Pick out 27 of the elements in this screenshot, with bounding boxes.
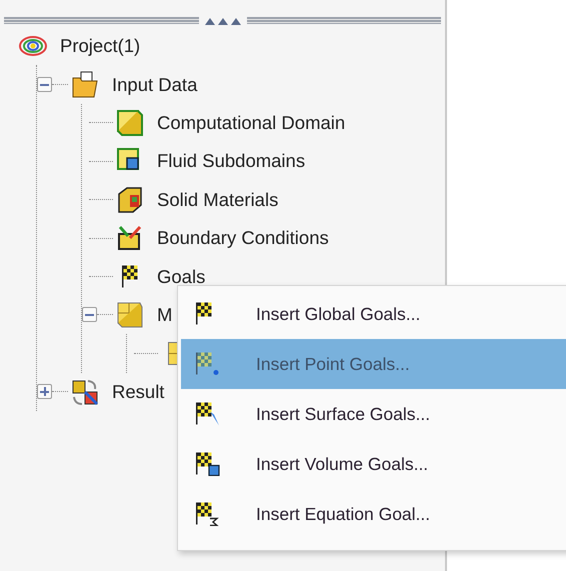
tree-item-label[interactable]: Solid Materials	[157, 188, 278, 211]
tree-item-label[interactable]: Project(1)	[60, 35, 140, 58]
expand-toggle[interactable]	[37, 384, 52, 400]
checkered-flag-icon	[122, 265, 138, 288]
checkered-flag-icon	[196, 452, 221, 476]
tree-item-label[interactable]: Goals	[157, 266, 206, 288]
tree-item-label[interactable]: M	[157, 304, 172, 326]
menu-item[interactable]: Insert Volume Goals...	[181, 439, 566, 489]
checkered-flag-icon	[196, 302, 212, 326]
checkered-flag-icon	[196, 352, 221, 376]
tree-item-label[interactable]: Boundary Conditions	[157, 227, 329, 250]
collapse-arrows-icon[interactable]	[204, 16, 240, 24]
menu-item[interactable]: Insert Surface Goals...	[181, 389, 566, 439]
menu-item[interactable]: Insert Point Goals...	[181, 339, 566, 389]
menu-item[interactable]: Insert Global Goals...	[181, 289, 566, 339]
collapse-toggle[interactable]	[82, 307, 97, 322]
grid-cube-icon	[115, 300, 145, 330]
checkered-flag-icon	[196, 402, 221, 426]
tree-item-label[interactable]: Computational Domain	[157, 112, 346, 134]
folder-icon	[70, 70, 100, 100]
menu-item[interactable]: Insert Equation Goal...	[181, 489, 566, 539]
tree-item-label[interactable]: Fluid Subdomains	[157, 150, 306, 172]
tree-item-label[interactable]: Input Data	[112, 74, 198, 96]
collapse-toggle[interactable]	[37, 77, 52, 92]
tree-item-label[interactable]: Result	[112, 380, 164, 403]
checkered-flag-icon	[196, 502, 221, 526]
cube-icon	[115, 108, 145, 138]
